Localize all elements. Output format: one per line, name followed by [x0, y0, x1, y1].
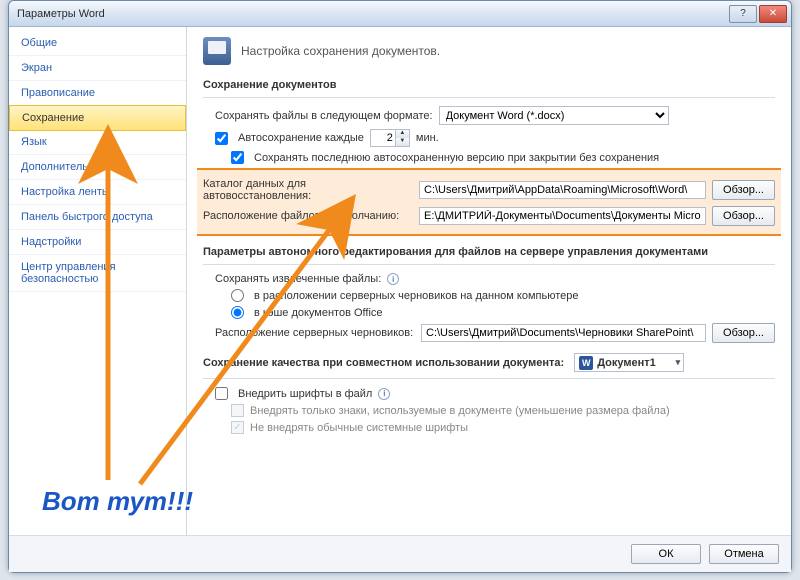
office-cache-radio[interactable] [231, 306, 244, 319]
checkedout-label: Сохранять извлеченные файлы: [215, 273, 381, 285]
sidebar-item-ribbon[interactable]: Настройка ленты [9, 180, 186, 205]
dialog-footer: ОК Отмена [9, 535, 791, 572]
sidebar-item-general[interactable]: Общие [9, 31, 186, 56]
sidebar-item-advanced[interactable]: Дополнительно [9, 155, 186, 180]
autorecover-path-label: Каталог данных для автовосстановления: [203, 178, 413, 202]
save-format-label: Сохранять файлы в следующем формате: [215, 110, 433, 122]
content-pane: Настройка сохранения документов. Сохране… [187, 27, 791, 535]
drafts-location-radio-label: в расположении серверных черновиков на д… [254, 290, 578, 302]
sidebar-item-display[interactable]: Экран [9, 56, 186, 81]
sidebar-item-proofing[interactable]: Правописание [9, 81, 186, 106]
office-cache-radio-label: в кэше документов Office [254, 307, 383, 319]
no-system-fonts-checkbox: ✓ [231, 421, 244, 434]
sidebar-item-qat[interactable]: Панель быстрого доступа [9, 205, 186, 230]
default-location-browse-button[interactable]: Обзор... [712, 206, 775, 226]
no-system-fonts-label: Не внедрять обычные системные шрифты [250, 422, 468, 434]
info-icon[interactable]: i [378, 388, 390, 400]
embed-fonts-checkbox[interactable] [215, 387, 228, 400]
ok-button[interactable]: ОК [631, 544, 701, 564]
fidelity-document-select[interactable]: W Документ1 [574, 353, 684, 372]
embed-used-only-label: Внедрять только знаки, используемые в до… [250, 405, 670, 417]
window-title: Параметры Word [17, 8, 727, 20]
drafts-location-radio[interactable] [231, 289, 244, 302]
page-heading: Настройка сохранения документов. [241, 44, 440, 58]
default-location-label: Расположение файлов по умолчанию: [203, 210, 413, 222]
options-dialog: Параметры Word ? ✕ Общие Экран Правописа… [8, 0, 792, 573]
word-doc-icon: W [579, 356, 593, 370]
close-button[interactable]: ✕ [759, 5, 787, 23]
sidebar: Общие Экран Правописание Сохранение Язык… [9, 27, 187, 535]
keep-last-autosave-checkbox[interactable] [231, 151, 244, 164]
autosave-checkbox[interactable] [215, 132, 228, 145]
sidebar-item-language[interactable]: Язык [9, 130, 186, 155]
section-preserve-fidelity: Сохранение качества при совместном испол… [203, 357, 564, 369]
help-button[interactable]: ? [729, 5, 757, 23]
server-drafts-input[interactable] [421, 324, 706, 342]
sidebar-item-addins[interactable]: Надстройки [9, 230, 186, 255]
info-icon[interactable]: i [387, 273, 399, 285]
sidebar-item-save[interactable]: Сохранение [9, 105, 186, 131]
titlebar[interactable]: Параметры Word ? ✕ [9, 1, 791, 27]
section-offline-editing: Параметры автономного редактирования для… [203, 244, 775, 265]
default-location-input[interactable] [419, 207, 706, 225]
server-drafts-label: Расположение серверных черновиков: [215, 327, 415, 339]
section-save-docs: Сохранение документов [203, 77, 775, 98]
autorecover-browse-button[interactable]: Обзор... [712, 180, 775, 200]
cancel-button[interactable]: Отмена [709, 544, 779, 564]
sidebar-item-trustcenter[interactable]: Центр управления безопасностью [9, 255, 186, 292]
keep-last-autosave-label: Сохранять последнюю автосохраненную верс… [254, 152, 659, 164]
embed-used-only-checkbox [231, 404, 244, 417]
autosave-interval-spinner[interactable]: ▲▼ [370, 129, 410, 147]
autosave-unit: мин. [416, 132, 439, 144]
save-format-select[interactable]: Документ Word (*.docx) [439, 106, 669, 125]
save-icon [203, 37, 231, 65]
autosave-label: Автосохранение каждые [238, 132, 364, 144]
autorecover-path-input[interactable] [419, 181, 706, 199]
highlighted-paths: Каталог данных для автовосстановления: О… [197, 168, 781, 236]
embed-fonts-label: Внедрить шрифты в файл [238, 388, 372, 400]
server-drafts-browse-button[interactable]: Обзор... [712, 323, 775, 343]
